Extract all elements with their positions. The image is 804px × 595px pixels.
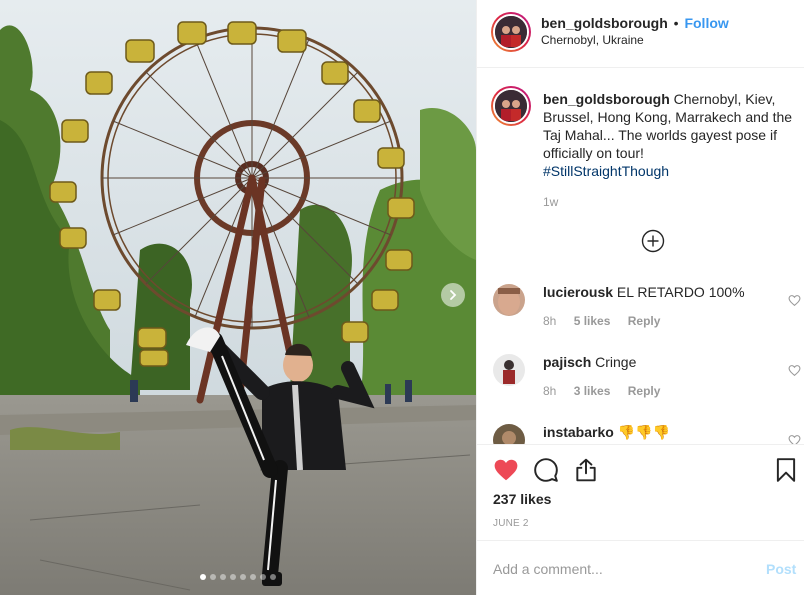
- comment-reply-button[interactable]: Reply: [628, 384, 661, 398]
- comment-username[interactable]: pajisch: [543, 354, 591, 370]
- comment-username[interactable]: instabarko: [543, 424, 614, 440]
- caption-text-block: ben_goldsborough Chernobyl, Kiev, Brusse…: [543, 90, 801, 180]
- comment-time[interactable]: 8h: [543, 384, 556, 398]
- header-separator: •: [673, 15, 679, 31]
- heart-outline-icon[interactable]: [788, 294, 801, 307]
- header-username[interactable]: ben_goldsborough: [541, 15, 668, 31]
- carousel-dot: [220, 574, 226, 580]
- carousel-dot: [270, 574, 276, 580]
- comment-item: lucierousk EL RETARDO 100% 8h 5 likes Re…: [493, 284, 804, 344]
- follow-button[interactable]: Follow: [684, 15, 728, 31]
- post-photo[interactable]: [0, 0, 476, 595]
- comment-text: EL RETARDO 100%: [616, 284, 745, 300]
- comment-item: pajisch Cringe 8h 3 likes Reply: [493, 354, 804, 414]
- likes-count[interactable]: 237 likes: [493, 491, 551, 507]
- comment-input[interactable]: [493, 559, 753, 579]
- comment-time[interactable]: 8h: [543, 314, 556, 328]
- caption-username[interactable]: ben_goldsborough: [543, 91, 670, 107]
- bookmark-icon[interactable]: [773, 457, 799, 483]
- carousel-dot: [230, 574, 236, 580]
- avatar[interactable]: [493, 284, 525, 316]
- carousel-dot: [240, 574, 246, 580]
- heart-filled-icon[interactable]: [493, 457, 519, 483]
- avatar[interactable]: [493, 424, 525, 444]
- post-side-panel: ben_goldsborough • Follow Chernobyl, Ukr…: [476, 0, 804, 595]
- comment-likes[interactable]: 3 likes: [574, 384, 611, 398]
- post-date[interactable]: JUNE 2: [493, 518, 529, 529]
- carousel-dot: [210, 574, 216, 580]
- comment-text: Cringe: [595, 354, 637, 370]
- carousel-next-button[interactable]: [441, 283, 465, 307]
- location-link[interactable]: Chernobyl, Ukraine: [541, 33, 644, 47]
- caption-hashtag[interactable]: #StillStraightThough: [543, 162, 801, 180]
- heart-outline-icon[interactable]: [788, 434, 801, 444]
- carousel-dot: [200, 574, 206, 580]
- add-comment-bar: Post: [477, 540, 804, 595]
- post-actions: 237 likes JUNE 2: [477, 444, 804, 540]
- caption-time[interactable]: 1w: [543, 195, 558, 209]
- share-icon[interactable]: [573, 457, 599, 483]
- comment-text: 👎👎👎: [617, 424, 670, 440]
- caption-avatar[interactable]: [491, 86, 531, 126]
- comment-item: instabarko 👎👎👎: [493, 424, 804, 444]
- ferris-wheel-photo: [0, 0, 476, 595]
- comment-username[interactable]: lucierousk: [543, 284, 613, 300]
- carousel-dot: [250, 574, 256, 580]
- post-header: ben_goldsborough • Follow Chernobyl, Ukr…: [477, 0, 804, 68]
- avatar[interactable]: [493, 354, 525, 386]
- comments-section[interactable]: ben_goldsborough Chernobyl, Kiev, Brusse…: [477, 68, 804, 444]
- comment-reply-button[interactable]: Reply: [628, 314, 661, 328]
- heart-outline-icon[interactable]: [788, 364, 801, 377]
- chevron-right-icon: [450, 290, 457, 300]
- avatar[interactable]: [491, 12, 531, 52]
- post-comment-button[interactable]: Post: [766, 561, 796, 577]
- carousel-dot: [260, 574, 266, 580]
- comment-icon[interactable]: [533, 457, 559, 483]
- plus-circle-icon[interactable]: [641, 229, 665, 253]
- comment-likes[interactable]: 5 likes: [574, 314, 611, 328]
- carousel-dots: [0, 574, 476, 580]
